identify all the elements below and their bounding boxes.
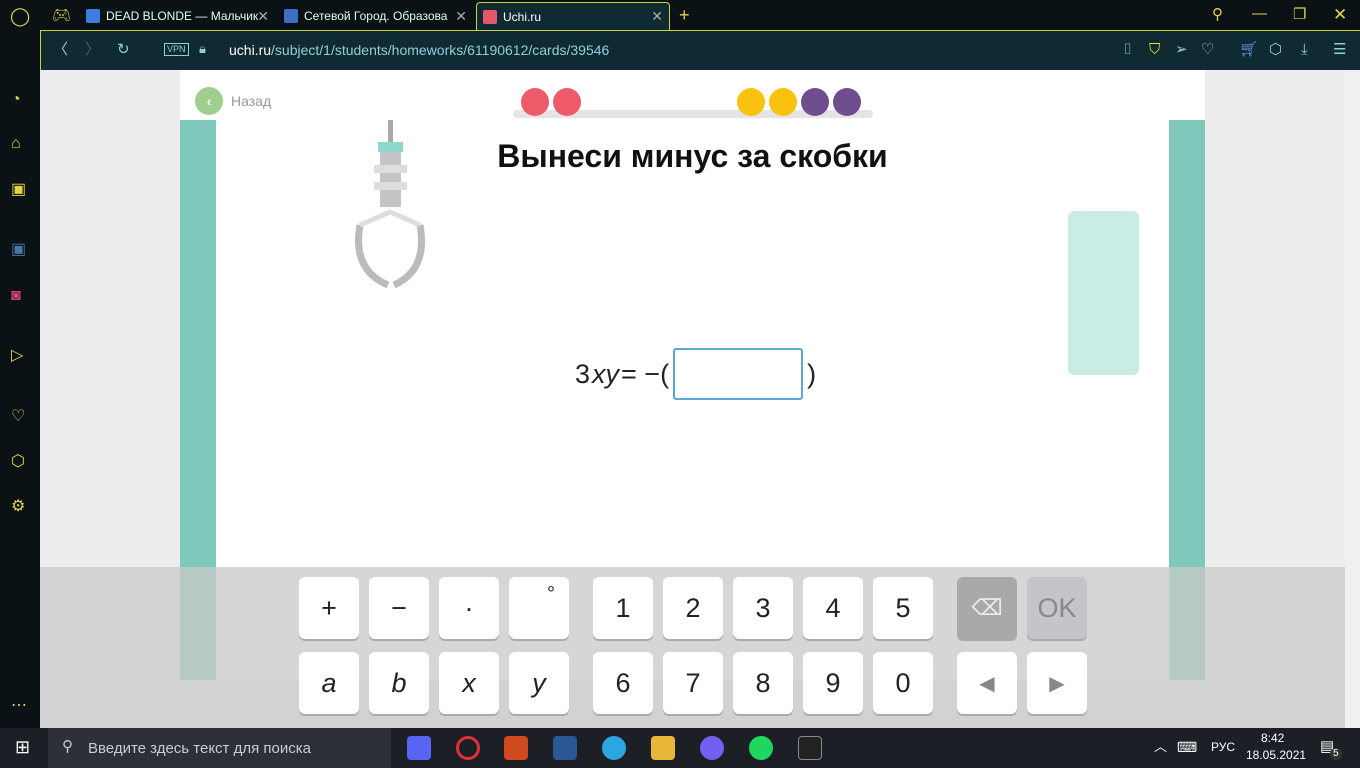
spotify-app-icon[interactable]: [749, 736, 773, 760]
powerpoint-app-icon[interactable]: [504, 736, 528, 760]
keyboard-icon[interactable]: ⌨: [1177, 740, 1197, 754]
favicon-icon: [284, 9, 298, 23]
tray-chevron-icon[interactable]: ︿: [1154, 740, 1167, 753]
telegram-app-icon[interactable]: [602, 736, 626, 760]
language-indicator[interactable]: РУС: [1211, 741, 1235, 753]
windows-taskbar: ⊞ ⚲ Введите здесь текст для поиска ︿ ⌨ Р…: [0, 728, 1360, 768]
key-2[interactable]: ·: [439, 577, 499, 639]
player-icon[interactable]: ▷: [11, 348, 23, 364]
equation: 3 xy = −( ): [575, 348, 816, 400]
cursor-left-key[interactable]: ◀: [957, 652, 1017, 714]
settings-icon[interactable]: ⚙: [11, 499, 25, 515]
cart-icon[interactable]: 🛒︎: [1239, 42, 1258, 57]
search-icon: ⚲: [62, 738, 73, 755]
shield-icon[interactable]: ⛉: [1149, 42, 1160, 57]
url-field[interactable]: uchi.ru/subject/1/students/homeworks/611…: [229, 43, 609, 57]
key-15[interactable]: 8: [733, 652, 793, 714]
cube-icon[interactable]: ⬡: [1269, 42, 1282, 57]
close-tab-icon[interactable]: ✕: [455, 8, 467, 25]
card-header: ‹ Назад: [180, 70, 1205, 120]
windows-start-icon[interactable]: ⊞: [15, 738, 30, 756]
vpn-badge[interactable]: VPN: [164, 43, 189, 56]
progress-dot: [801, 88, 829, 116]
discord-app-icon[interactable]: [407, 736, 431, 760]
word-app-icon[interactable]: [553, 736, 577, 760]
workspace-icon[interactable]: ⌂: [11, 136, 21, 152]
file-explorer-icon[interactable]: [651, 736, 675, 760]
epic-games-icon[interactable]: [798, 736, 822, 760]
gamepad-icon[interactable]: 🎮︎: [52, 8, 71, 23]
progress-dot: [769, 88, 797, 116]
backspace-key[interactable]: ⌫: [957, 577, 1017, 639]
reload-icon[interactable]: ↻: [117, 42, 130, 57]
opera-logo-icon[interactable]: ◯: [10, 7, 30, 25]
answer-input[interactable]: [673, 348, 804, 400]
vk-icon[interactable]: ▣: [11, 242, 26, 258]
key-8[interactable]: 5: [873, 577, 933, 639]
clock-time[interactable]: 8:42: [1261, 732, 1284, 744]
search-tabs-icon[interactable]: ⚲: [1212, 7, 1223, 22]
page-scrollbar[interactable]: [1345, 70, 1360, 728]
favorites-icon[interactable]: ♡: [11, 409, 25, 425]
send-icon[interactable]: ➢: [1175, 42, 1188, 57]
new-tab-button[interactable]: +: [679, 6, 690, 24]
twitch-icon[interactable]: ▣: [11, 182, 26, 198]
key-6[interactable]: 3: [733, 577, 793, 639]
key-9[interactable]: a: [299, 652, 359, 714]
back-icon[interactable]: 〈: [53, 42, 68, 57]
download-icon[interactable]: ⤓: [1301, 42, 1308, 57]
tab-dead-blonde[interactable]: DEAD BLONDE — Мальчик ✕: [80, 2, 275, 30]
key-12[interactable]: y: [509, 652, 569, 714]
key-1[interactable]: −: [369, 577, 429, 639]
key-13[interactable]: 6: [593, 652, 653, 714]
browser-sidebar: ◔ ⌂ ▣ ▣ ◙ ▷ ♡ ⬡ ⚙ ⋯: [0, 30, 40, 728]
address-bar: 〈 〉 ↻ VPN 🔒︎ uchi.ru/subject/1/students/…: [40, 30, 1360, 70]
favicon-icon: [483, 9, 497, 24]
opera-app-icon[interactable]: [456, 736, 480, 760]
minimize-icon[interactable]: —: [1252, 6, 1267, 21]
key-17[interactable]: 0: [873, 652, 933, 714]
forward-icon[interactable]: 〉: [85, 42, 100, 57]
key-16[interactable]: 9: [803, 652, 863, 714]
tab-setevoy-gorod[interactable]: Сетевой Город. Образова ✕: [278, 2, 473, 30]
camera-icon[interactable]: ⌷: [1123, 42, 1132, 57]
lock-icon[interactable]: 🔒︎: [199, 42, 206, 55]
taskbar-search[interactable]: ⚲ Введите здесь текст для поиска: [48, 728, 391, 768]
progress-dot: [737, 88, 765, 116]
viber-app-icon[interactable]: [700, 736, 724, 760]
chevron-left-icon: ‹: [195, 87, 223, 115]
progress-dot: [833, 88, 861, 116]
restore-icon[interactable]: ❐: [1293, 7, 1306, 22]
back-button[interactable]: ‹ Назад: [195, 87, 271, 115]
tab-uchi[interactable]: Uchi.ru ✕: [476, 2, 670, 30]
close-tab-icon[interactable]: ✕: [651, 8, 663, 25]
close-tab-icon[interactable]: ✕: [257, 8, 269, 25]
progress-dot: [553, 88, 581, 116]
clock-date[interactable]: 18.05.2021: [1246, 749, 1306, 761]
browser-tab-bar: ◯ 🎮︎ DEAD BLONDE — Мальчик ✕ Сетевой Горо…: [0, 0, 1360, 30]
close-window-icon[interactable]: ✕: [1333, 6, 1347, 23]
key-10[interactable]: b: [369, 652, 429, 714]
speed-dial-icon[interactable]: ◔: [11, 92, 21, 108]
favicon-icon: [86, 9, 100, 23]
task-title: Вынеси минус за скобки: [497, 138, 888, 174]
key-5[interactable]: 2: [663, 577, 723, 639]
extensions-icon[interactable]: ⬡: [11, 454, 25, 470]
key-4[interactable]: 1: [593, 577, 653, 639]
hint-panel: [1068, 211, 1139, 375]
key-11[interactable]: x: [439, 652, 499, 714]
notifications-count: 5: [1330, 748, 1342, 760]
more-icon[interactable]: ⋯: [11, 698, 27, 714]
heart-icon[interactable]: ♡: [1201, 42, 1214, 57]
progress-dot: [521, 88, 549, 116]
key-3[interactable]: °: [509, 577, 569, 639]
settings-sliders-icon[interactable]: ☰: [1333, 42, 1346, 57]
key-14[interactable]: 7: [663, 652, 723, 714]
instagram-icon[interactable]: ◙: [11, 288, 21, 304]
key-7[interactable]: 4: [803, 577, 863, 639]
ok-button[interactable]: OK: [1027, 577, 1087, 639]
key-0[interactable]: +: [299, 577, 359, 639]
cursor-right-key[interactable]: ▶: [1027, 652, 1087, 714]
